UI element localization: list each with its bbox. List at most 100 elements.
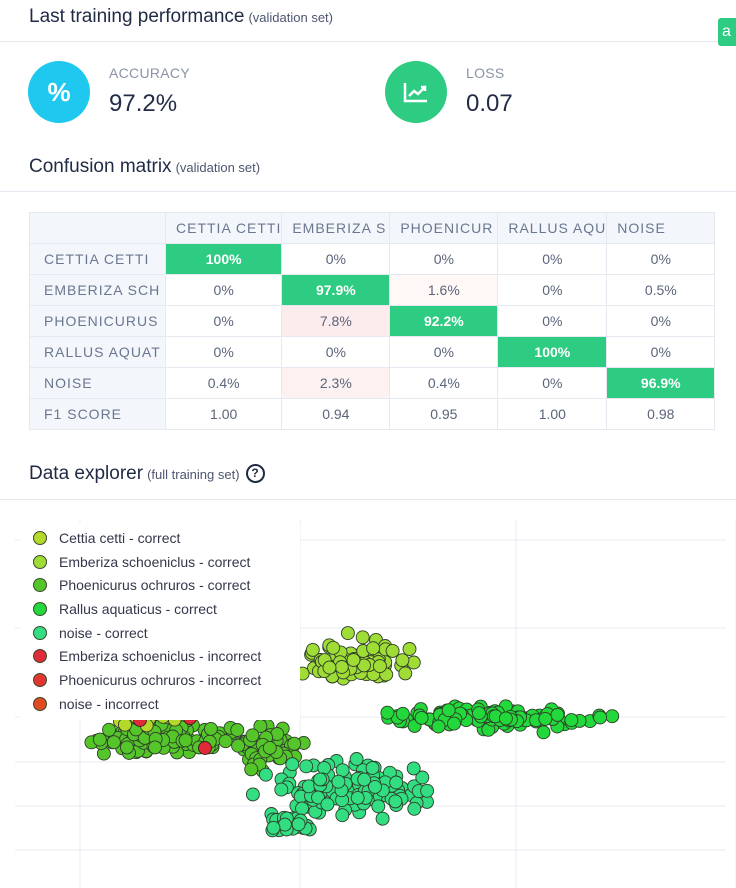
data-point <box>335 808 350 823</box>
data-point <box>431 719 446 734</box>
data-point <box>350 790 365 805</box>
confusion-subtitle: (validation set) <box>175 160 261 175</box>
data-point <box>406 655 421 670</box>
data-point <box>277 817 292 832</box>
confusion-title-text: Confusion matrix <box>29 156 172 177</box>
data-point <box>295 801 309 816</box>
matrix-cell: 0% <box>164 305 283 337</box>
table-row: EMBERIZA SCH 0% 97.9% 1.6% 0% 0.5% <box>29 274 716 306</box>
data-point <box>118 717 132 732</box>
corner-badge[interactable]: a <box>718 18 736 46</box>
data-point <box>320 797 335 812</box>
f1-cell: 0.94 <box>281 398 391 430</box>
data-point <box>334 660 349 674</box>
data-point <box>335 763 350 778</box>
f1-cell: 0.95 <box>389 398 499 430</box>
matrix-cell: 100% <box>497 336 608 368</box>
matrix-cell: 0.4% <box>389 367 499 399</box>
row-header: PHOENICURUS <box>29 305 166 337</box>
legend-label: Cettia cetti - correct <box>59 529 181 546</box>
legend-item[interactable]: Emberiza schoeniclus - correct <box>20 550 300 574</box>
row-header: F1 SCORE <box>29 398 166 430</box>
data-point <box>395 653 410 668</box>
column-header: CETTIA CETTI <box>164 212 283 244</box>
matrix-cell: 0.4% <box>164 367 283 399</box>
table-row: CETTIA CETTI 100% 0% 0% 0% 0% <box>29 243 716 275</box>
plot-legend: Cettia cetti - correct Emberiza schoenic… <box>20 522 300 720</box>
legend-label: Phoenicurus ochruros - incorrect <box>59 671 262 688</box>
legend-label: noise - correct <box>59 624 148 641</box>
table-corner <box>29 212 166 244</box>
data-point <box>538 711 553 726</box>
matrix-cell: 0% <box>389 336 499 368</box>
data-point <box>326 640 341 655</box>
matrix-cell: 2.3% <box>281 367 391 399</box>
data-point <box>593 710 608 725</box>
performance-title-text: Last training performance <box>29 6 245 27</box>
svg-text:%: % <box>47 77 70 107</box>
performance-title: Last training performance (validation set… <box>29 6 333 28</box>
data-point <box>402 642 417 656</box>
accuracy-value: 97.2% <box>109 90 178 117</box>
table-row: NOISE 0.4% 2.3% 0.4% 0% 96.9% <box>29 367 716 399</box>
legend-item[interactable]: noise - correct <box>20 621 300 645</box>
matrix-cell: 97.9% <box>281 274 391 306</box>
legend-item[interactable]: Phoenicurus ochruros - incorrect <box>20 668 300 692</box>
question-circle-icon[interactable]: ? <box>245 464 265 483</box>
matrix-cell: 0% <box>606 305 716 337</box>
legend-marker <box>33 554 47 569</box>
legend-item[interactable]: Cettia cetti - correct <box>20 526 300 550</box>
matrix-cell: 0% <box>497 367 608 399</box>
data-point <box>372 659 387 674</box>
data-point <box>245 787 260 802</box>
data-point <box>395 706 410 721</box>
matrix-cell: 1.6% <box>389 274 499 306</box>
data-point <box>266 820 281 835</box>
legend-item[interactable]: Phoenicurus ochruros - correct <box>20 573 300 597</box>
data-point <box>230 723 245 737</box>
f1-cell: 1.00 <box>497 398 608 430</box>
data-point <box>349 752 364 766</box>
matrix-cell: 0% <box>281 336 391 368</box>
legend-marker <box>33 625 47 640</box>
data-point <box>536 725 551 740</box>
data-point <box>92 732 107 747</box>
data-point <box>244 762 259 777</box>
matrix-cell: 92.2% <box>389 305 499 337</box>
row-header: CETTIA CETTI <box>29 243 166 275</box>
data-point <box>203 721 218 736</box>
data-point <box>287 736 302 751</box>
matrix-cell: 96.9% <box>606 367 716 399</box>
matrix-cell: 0% <box>389 243 499 275</box>
f1-cell: 0.98 <box>606 398 716 430</box>
explorer-title: Data explorer (full training set)? <box>29 463 265 485</box>
legend-marker <box>33 696 47 711</box>
legend-label: Emberiza schoeniclus - correct <box>59 553 251 570</box>
column-header: EMBERIZA S <box>281 212 391 244</box>
data-point <box>258 767 273 782</box>
matrix-cell: 0% <box>606 336 716 368</box>
matrix-cell: 0% <box>164 336 283 368</box>
data-point <box>447 716 461 731</box>
data-point <box>371 799 386 814</box>
confusion-matrix-table: CETTIA CETTI EMBERIZA S PHOENICUR RALLUS… <box>29 212 716 430</box>
f1-cell: 1.00 <box>164 398 283 430</box>
data-point <box>357 772 372 787</box>
legend-item[interactable]: Rallus aquaticus - correct <box>20 597 300 621</box>
data-point <box>472 706 486 721</box>
data-point <box>305 642 320 657</box>
data-point <box>380 705 395 720</box>
performance-header: Last training performance (validation set… <box>0 0 736 42</box>
row-header: EMBERIZA SCH <box>29 274 166 306</box>
data-point <box>355 630 370 645</box>
data-point <box>313 772 328 787</box>
legend-label: noise - incorrect <box>59 695 159 712</box>
data-point-incorrect <box>198 741 212 755</box>
table-header-row: CETTIA CETTI EMBERIZA S PHOENICUR RALLUS… <box>29 212 716 244</box>
legend-item[interactable]: noise - incorrect <box>20 692 300 716</box>
loss-value: 0.07 <box>466 90 513 117</box>
table-row: PHOENICURUS 0% 7.8% 92.2% 0% 0% <box>29 305 716 337</box>
data-point <box>564 713 579 728</box>
data-point <box>346 653 361 667</box>
legend-item[interactable]: Emberiza schoeniclus - incorrect <box>20 644 300 668</box>
